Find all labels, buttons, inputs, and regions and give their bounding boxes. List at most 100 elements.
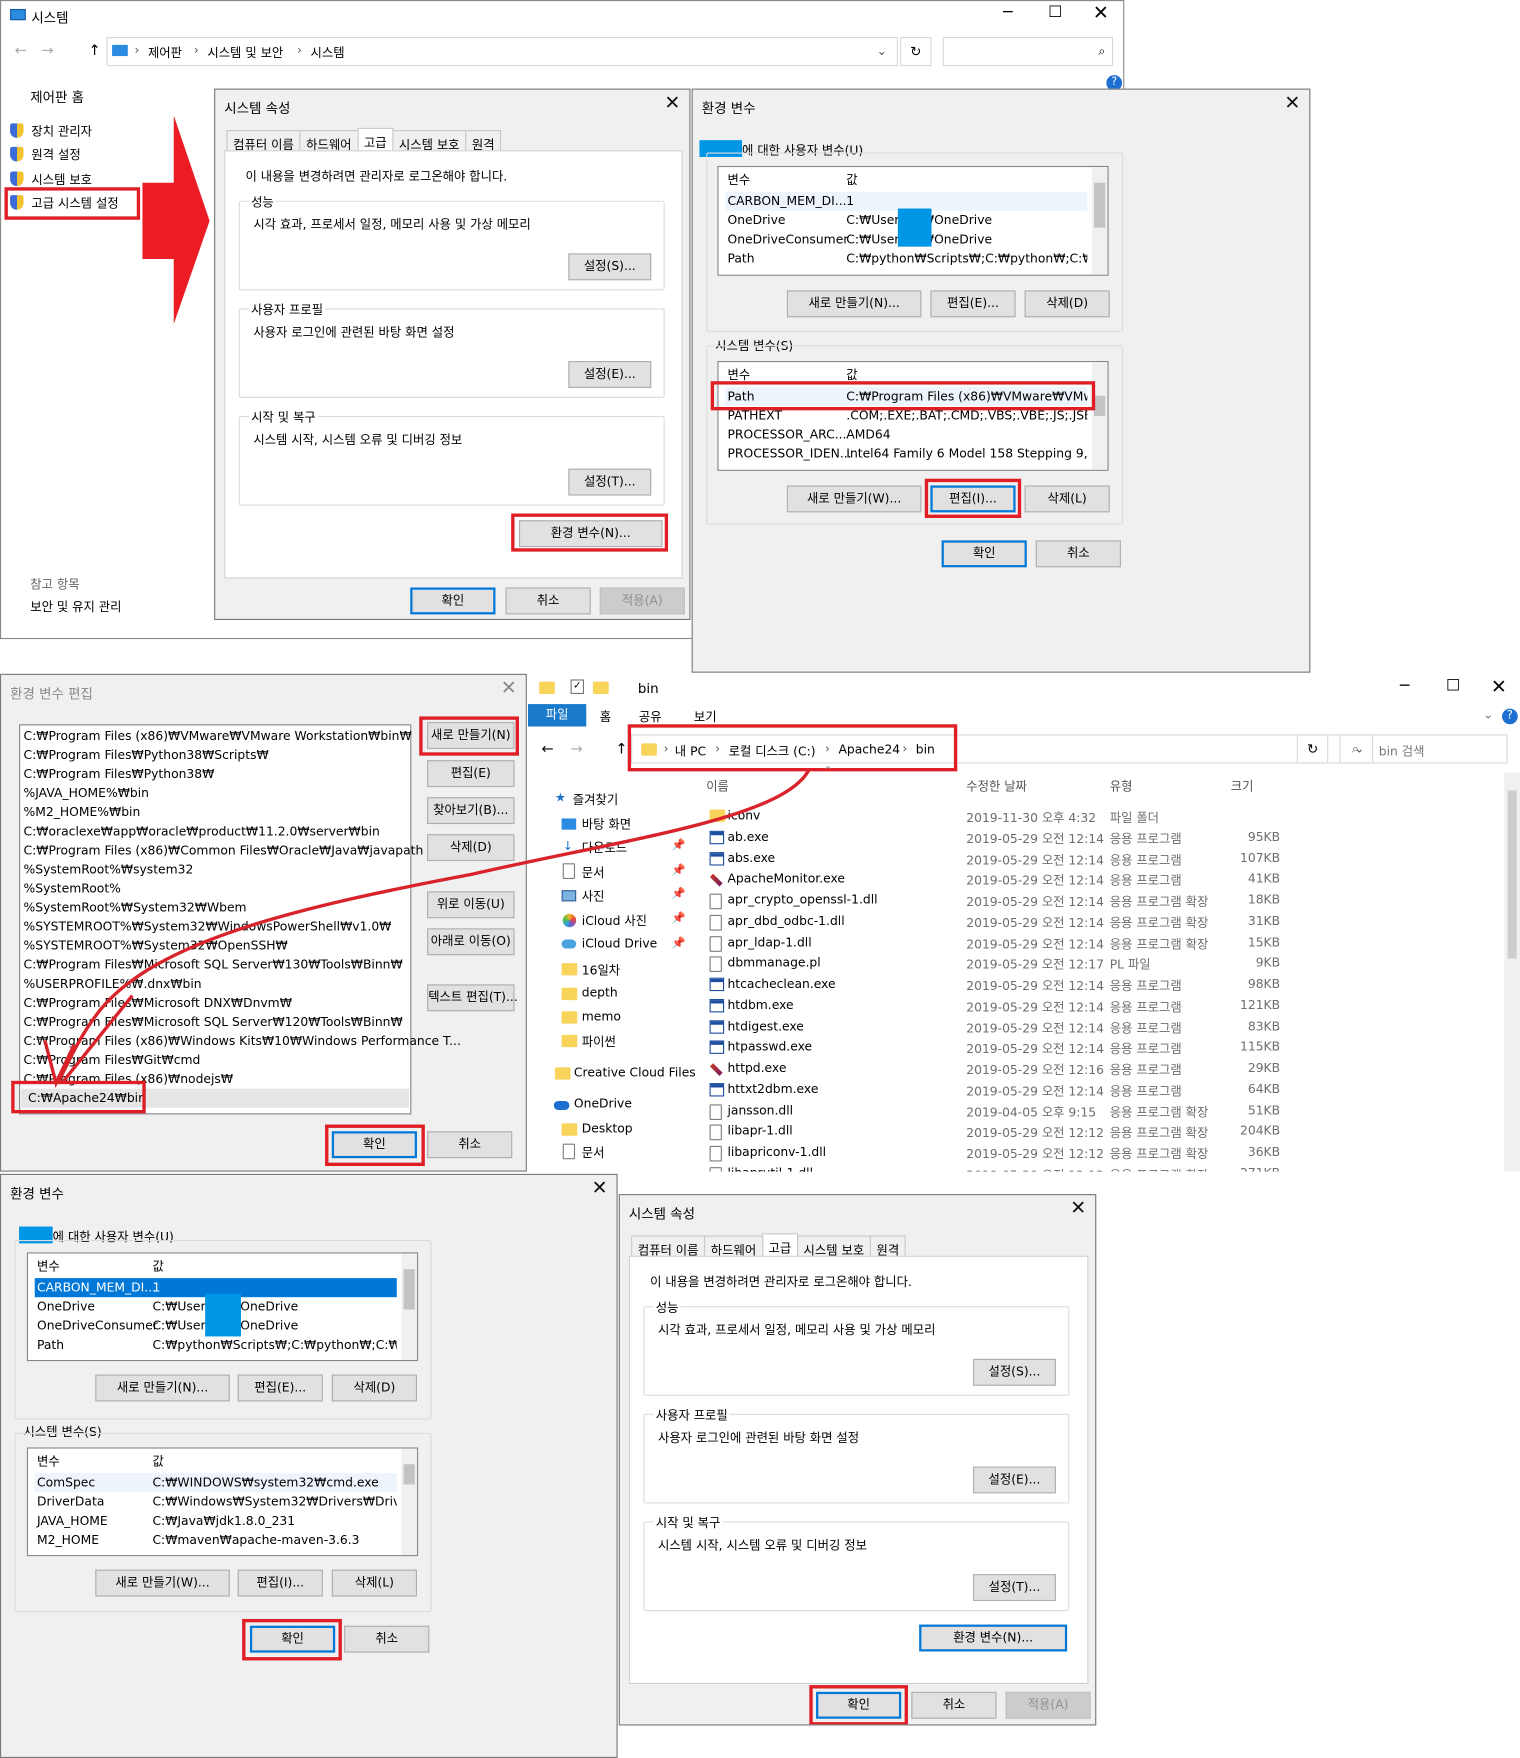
path-item[interactable]: %SYSTEMROOT%₩System32₩WindowsPowerShell₩… [24,917,392,936]
apply-button[interactable]: 적용(A) [599,587,685,615]
path-item[interactable]: C:₩Program Files₩Python38₩Scripts₩ [24,746,269,765]
file-row[interactable]: apr_crypto_openssl-1.dll 2019-05-29 오전 12… [703,890,1504,911]
nav-system-protection[interactable]: 시스템 보호 [31,170,92,188]
column-header-val[interactable]: 값 [846,170,857,189]
cancel-button[interactable]: 취소 [427,1131,513,1159]
cancel-button[interactable]: 취소 [505,587,591,615]
file-row[interactable]: ApacheMonitor.exe 2019-05-29 오전 12:14 응용 프… [703,869,1504,890]
edit-system-var-button[interactable]: 편집(I)... [237,1569,323,1597]
path-item[interactable]: %SystemRoot%₩System32₩Wbem [24,898,247,917]
path-item[interactable]: C:₩Apache24₩bin [21,1088,410,1108]
file-row[interactable]: dbmmanage.pl 2019-05-29 오전 12:17 PL 파일 9KB [703,953,1504,974]
cancel-button[interactable]: 취소 [344,1625,430,1653]
list-item[interactable]: PathC:₩python₩Scripts₩;C:₩python₩;C:₩Use… [725,249,1087,268]
chevron-down-icon[interactable]: ⌄ [877,44,887,59]
file-row[interactable]: libaprutil-1.dll 2019-05-29 오전 12:12 응용 프로… [703,1163,1504,1172]
file-row[interactable]: abs.exe 2019-05-29 오전 12:14 응용 프로그램 107KB [703,848,1504,869]
performance-settings-button[interactable]: 설정(S)... [568,253,652,281]
file-row[interactable]: httxt2dbm.exe 2019-05-29 오전 12:14 응용 프로그램 6… [703,1079,1504,1100]
path-item[interactable]: C:₩Program Files₩Python38₩ [24,765,215,784]
list-item[interactable]: ComSpec C:₩WINDOWS₩system32₩cmd.exe [34,1473,397,1493]
path-item[interactable]: %SystemRoot%₩system32 [24,860,194,879]
edit-user-var-button[interactable]: 편집(E)... [930,290,1016,318]
file-row[interactable]: iconv 2019-11-30 오후 4:32 파일 폴더 [703,806,1504,827]
path-item[interactable]: C:₩Program Files (x86)₩Windows Kits₩10₩W… [24,1031,461,1050]
path-item[interactable]: %JAVA_HOME%₩bin [24,784,149,803]
nav-remote-settings[interactable]: 원격 설정 [31,146,80,164]
list-item[interactable]: PATHEXT .COM;.EXE;.BAT;.CMD;.VBS;.VBE;.JS… [725,406,1087,425]
see-also-link[interactable]: 보안 및 유지 관리 [30,598,121,616]
delete-user-var-button[interactable]: 삭제(D) [331,1374,417,1402]
scrollbar[interactable] [401,1448,417,1556]
list-item[interactable]: M2_HOME C:₩maven₩apache-maven-3.6.3 [35,1530,397,1549]
list-item[interactable]: PROCESSOR_ARC... AMD64 [725,425,1087,444]
scrollbar[interactable] [1091,167,1108,275]
file-row[interactable]: apr_ldap-1.dll 2019-05-29 오전 12:14 응용 프로그램… [703,932,1504,953]
close-icon[interactable]: ✕ [1070,1197,1086,1219]
scrollbar[interactable] [401,1253,417,1360]
list-item[interactable]: PathC:₩python₩Scripts₩;C:₩python₩;C:₩Use… [35,1335,397,1354]
ok-button[interactable]: 확인 [331,1131,417,1159]
forward-icon[interactable]: → [41,43,53,60]
delete-user-var-button[interactable]: 삭제(D) [1024,290,1110,318]
path-item[interactable]: C:₩Program Files (x86)₩Common Files₩Orac… [24,841,424,860]
close-icon[interactable]: ✕ [1093,2,1109,24]
new-system-var-button[interactable]: 새로 만들기(W)... [786,485,922,513]
back-icon[interactable]: ← [15,43,27,60]
list-item[interactable]: PROCESSOR_IDEN... Intel64 Family 6 Model … [725,444,1087,463]
file-row[interactable]: htdigest.exe 2019-05-29 오전 12:14 응용 프로그램 83… [703,1016,1504,1037]
path-item[interactable]: C:₩Program Files (x86)₩VMware₩VMware Wor… [24,727,412,746]
user-profile-settings-button[interactable]: 설정(E)... [568,361,652,388]
column-header-val[interactable]: 값 [152,1452,163,1471]
browse-button[interactable]: 찾아보기(B)... [427,797,515,825]
refresh-button[interactable]: ↻ [900,36,932,67]
performance-settings-button[interactable]: 설정(S)... [972,1358,1056,1386]
search-input[interactable]: ⌕ [942,36,1114,67]
scrollbar[interactable] [1091,362,1108,470]
column-header-var[interactable]: 변수 [727,170,750,189]
breadcrumb-0[interactable]: 제어판 [148,44,182,62]
list-item[interactable]: DriverData C:₩Windows₩System32₩Drivers₩Dr… [35,1492,397,1511]
control-panel-home[interactable]: 제어판 홈 [30,87,84,106]
minimize-button[interactable]: ─ [1003,3,1012,21]
up-icon[interactable]: ↑ [89,43,101,60]
edit-user-var-button[interactable]: 편집(E)... [237,1374,323,1402]
delete-system-var-button[interactable]: 삭제(L) [1024,485,1110,513]
file-row[interactable]: htpasswd.exe 2019-05-29 오전 12:14 응용 프로그램 11… [703,1037,1504,1058]
path-item[interactable]: %SYSTEMROOT%₩System32₩OpenSSH₩ [24,936,288,955]
system-vars-list[interactable]: 변수 값 Path C:₩Program Files (x86)₩VMware₩VM… [717,361,1109,471]
edit-text-button[interactable]: 텍스트 편집(T)... [427,984,518,1012]
startup-settings-button[interactable]: 설정(T)... [568,468,652,496]
delete-path-button[interactable]: 삭제(D) [427,834,515,862]
cancel-button[interactable]: 취소 [1035,540,1121,568]
breadcrumb-2[interactable]: 시스템 [311,44,345,62]
path-item[interactable]: C:₩oraclexe₩app₩oracle₩product₩11.2.0₩se… [24,822,380,841]
path-item[interactable]: C:₩Program Files (x86)₩nodejs₩ [24,1070,233,1089]
file-row[interactable]: libapr-1.dll 2019-05-29 오전 12:12 응용 프로그램 확… [703,1121,1504,1142]
file-row[interactable]: jansson.dll 2019-04-05 오후 9:15 응용 프로그램 확장 5… [703,1100,1504,1121]
new-user-var-button[interactable]: 새로 만들기(N)... [95,1374,230,1402]
file-row[interactable]: httpd.exe 2019-05-29 오전 12:16 응용 프로그램 29KB [703,1058,1504,1079]
user-profile-settings-button[interactable]: 설정(E)... [972,1466,1056,1494]
file-row[interactable]: libapriconv-1.dll 2019-05-29 오전 12:12 응용 프… [703,1142,1504,1163]
path-item[interactable]: C:₩Program Files₩Git₩cmd [24,1051,201,1070]
environment-variables-button[interactable]: 환경 변수(N)... [518,520,663,548]
close-icon[interactable]: ✕ [664,92,680,114]
new-path-button[interactable]: 새로 만들기(N) [427,722,515,749]
close-icon[interactable]: ✕ [1284,92,1300,114]
path-item[interactable]: %SystemRoot% [24,879,121,898]
ok-button[interactable]: 확인 [941,540,1027,568]
maximize-button[interactable]: ☐ [1048,3,1062,21]
delete-system-var-button[interactable]: 삭제(L) [331,1569,417,1597]
edit-system-var-button[interactable]: 편집(I)... [930,485,1016,513]
file-row[interactable]: apr_dbd_odbc-1.dll 2019-05-29 오전 12:14 응용 … [703,911,1504,932]
path-item[interactable]: C:₩Program Files₩Microsoft SQL Server₩13… [24,955,403,974]
file-row[interactable]: htcacheclean.exe 2019-05-29 오전 12:14 응용 프로… [703,974,1504,995]
cancel-button[interactable]: 취소 [911,1691,997,1719]
file-row[interactable]: ab.exe 2019-05-29 오전 12:14 응용 프로그램 95KB [703,827,1504,848]
path-item[interactable]: %USERPROFILE%₩.dnx₩bin [24,974,202,993]
path-item[interactable]: %M2_HOME%₩bin [24,803,141,822]
address-bar[interactable]: 제어판 시스템 및 보안 시스템 › › › ⌄ [106,36,898,67]
column-header-var[interactable]: 변수 [37,1257,60,1276]
nav-advanced-settings[interactable]: 고급 시스템 설정 [31,194,118,212]
